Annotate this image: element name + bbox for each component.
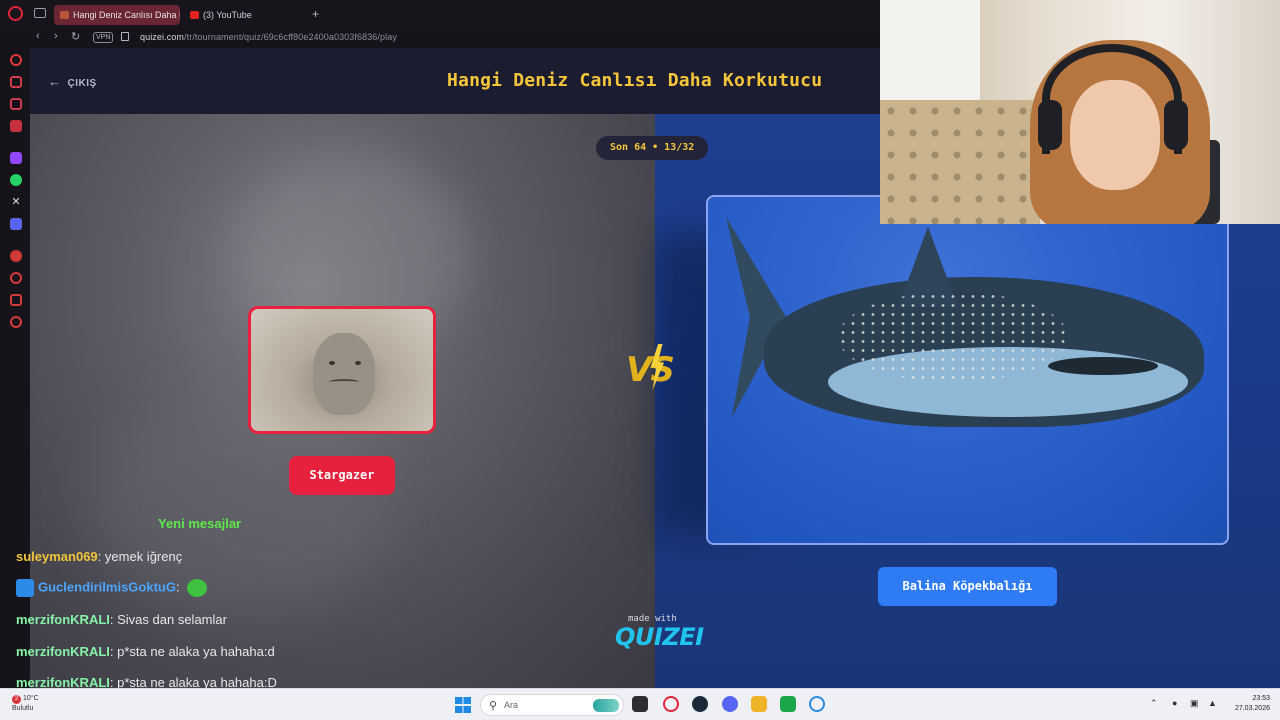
search-placeholder: Ara bbox=[504, 700, 519, 710]
chevron-up-icon[interactable]: ⌃ bbox=[1150, 698, 1158, 709]
headset-icon bbox=[1042, 44, 1182, 154]
arrow-left-icon: ← bbox=[48, 74, 62, 89]
headset-earcup bbox=[1164, 100, 1188, 150]
network-icon[interactable]: ▣ bbox=[1190, 698, 1199, 709]
weather-temp: 10°C bbox=[23, 695, 39, 702]
search-icon: ⚲ bbox=[489, 700, 498, 712]
clock-date: 27.03.2026 bbox=[1234, 705, 1270, 712]
quiz-favicon-icon bbox=[60, 11, 69, 19]
whatsapp-icon[interactable] bbox=[10, 174, 22, 186]
weather-widget[interactable]: 2 10°C Bulutlu bbox=[12, 694, 39, 713]
discord-icon[interactable] bbox=[10, 218, 22, 230]
fish-eye bbox=[329, 361, 335, 365]
taskbar-clock[interactable]: 23:53 27.03.2026 bbox=[1228, 694, 1270, 714]
wallet-icon[interactable] bbox=[10, 98, 22, 110]
reload-icon[interactable]: ↻ bbox=[71, 30, 80, 43]
page-title: Hangi Deniz Canlısı Daha Korkutucu bbox=[447, 70, 823, 91]
youtube-favicon-icon bbox=[190, 11, 199, 19]
lock-icon[interactable] bbox=[121, 32, 129, 41]
vs-badge: VS bbox=[624, 344, 688, 392]
twitch-icon[interactable] bbox=[10, 152, 22, 164]
url-field[interactable]: quizei.com/tr/tournament/quiz/69c6cff80e… bbox=[140, 32, 397, 42]
opera-taskbar-icon[interactable] bbox=[663, 696, 679, 712]
url-path: /tr/tournament/quiz/69c6cff80e2400a0303f… bbox=[184, 32, 397, 42]
address-bar: ‹ › ↻ VPN quizei.com/tr/tournament/quiz/… bbox=[0, 28, 880, 48]
settings-icon[interactable] bbox=[10, 316, 22, 328]
forward-icon[interactable]: › bbox=[54, 30, 58, 42]
shark-mouth bbox=[1048, 357, 1158, 375]
aria-icon[interactable] bbox=[10, 54, 22, 66]
new-tab-icon[interactable]: + bbox=[312, 7, 319, 21]
tab-quiz[interactable]: Hangi Deniz Canlısı Daha K bbox=[54, 5, 180, 25]
clock-time: 23:53 bbox=[1252, 695, 1270, 702]
webcam-overlay bbox=[880, 0, 1280, 224]
settings-taskbar-icon[interactable] bbox=[809, 696, 825, 712]
tab-label: Hangi Deniz Canlısı Daha K bbox=[73, 10, 180, 20]
fish-eye bbox=[355, 361, 361, 365]
weather-desc: Bulutlu bbox=[12, 705, 34, 712]
tab-switcher-icon[interactable] bbox=[34, 8, 46, 18]
tab-youtube[interactable]: (3) YouTube bbox=[184, 5, 302, 25]
opera-logo-icon[interactable] bbox=[8, 6, 23, 21]
right-option-image[interactable] bbox=[706, 195, 1229, 545]
search-highlight-icon bbox=[593, 699, 619, 712]
microphone-icon[interactable]: ● bbox=[1172, 698, 1177, 708]
headset-earcup bbox=[1038, 100, 1062, 150]
quizei-logo[interactable]: QUIZEI bbox=[615, 623, 704, 651]
volume-icon[interactable]: ▲ bbox=[1208, 698, 1217, 708]
notification-badge: 2 bbox=[12, 695, 21, 704]
extensions-icon[interactable] bbox=[10, 294, 22, 306]
tab-label: (3) YouTube bbox=[203, 10, 252, 20]
stargazer-fish bbox=[313, 333, 375, 415]
task-view-icon[interactable] bbox=[632, 696, 648, 712]
mail-icon[interactable] bbox=[10, 120, 22, 132]
back-icon[interactable]: ‹ bbox=[36, 30, 40, 42]
discord-taskbar-icon[interactable] bbox=[722, 696, 738, 712]
exit-label: ÇIKIŞ bbox=[67, 78, 97, 89]
webcam-sofa-pattern bbox=[880, 100, 1040, 224]
taskbar-search[interactable]: ⚲ Ara bbox=[480, 694, 624, 716]
fish-mouth bbox=[329, 379, 359, 385]
spotify-icon[interactable] bbox=[10, 250, 22, 262]
shark-tail bbox=[726, 217, 786, 417]
steam-icon[interactable] bbox=[692, 696, 708, 712]
browser-sidebar: ✕ bbox=[0, 48, 30, 688]
exit-button[interactable]: ← ÇIKIŞ bbox=[48, 74, 97, 89]
windows-start-icon[interactable] bbox=[455, 697, 471, 713]
left-option-button[interactable]: Stargazer bbox=[289, 456, 395, 495]
history-icon[interactable] bbox=[10, 272, 22, 284]
url-host: quizei.com bbox=[140, 32, 185, 42]
vpn-badge[interactable]: VPN bbox=[93, 32, 114, 43]
round-indicator: Son 64 • 13/32 bbox=[596, 136, 709, 160]
obs-icon[interactable] bbox=[780, 696, 796, 712]
left-option-image[interactable] bbox=[248, 306, 436, 434]
vs-label: VS bbox=[626, 350, 675, 390]
right-option-button[interactable]: Balina Köpekbalığı bbox=[878, 567, 1057, 606]
screen: Hangi Deniz Canlısı Daha K (3) YouTube +… bbox=[0, 0, 1280, 720]
shopping-icon[interactable] bbox=[10, 76, 22, 88]
windows-taskbar: 2 10°C Bulutlu ⚲ Ara ⌃ ● ▣ ▲ 23:53 27.03.… bbox=[0, 688, 1280, 720]
file-explorer-icon[interactable] bbox=[751, 696, 767, 712]
x-icon[interactable]: ✕ bbox=[10, 196, 22, 208]
shark-spots bbox=[838, 292, 1068, 382]
